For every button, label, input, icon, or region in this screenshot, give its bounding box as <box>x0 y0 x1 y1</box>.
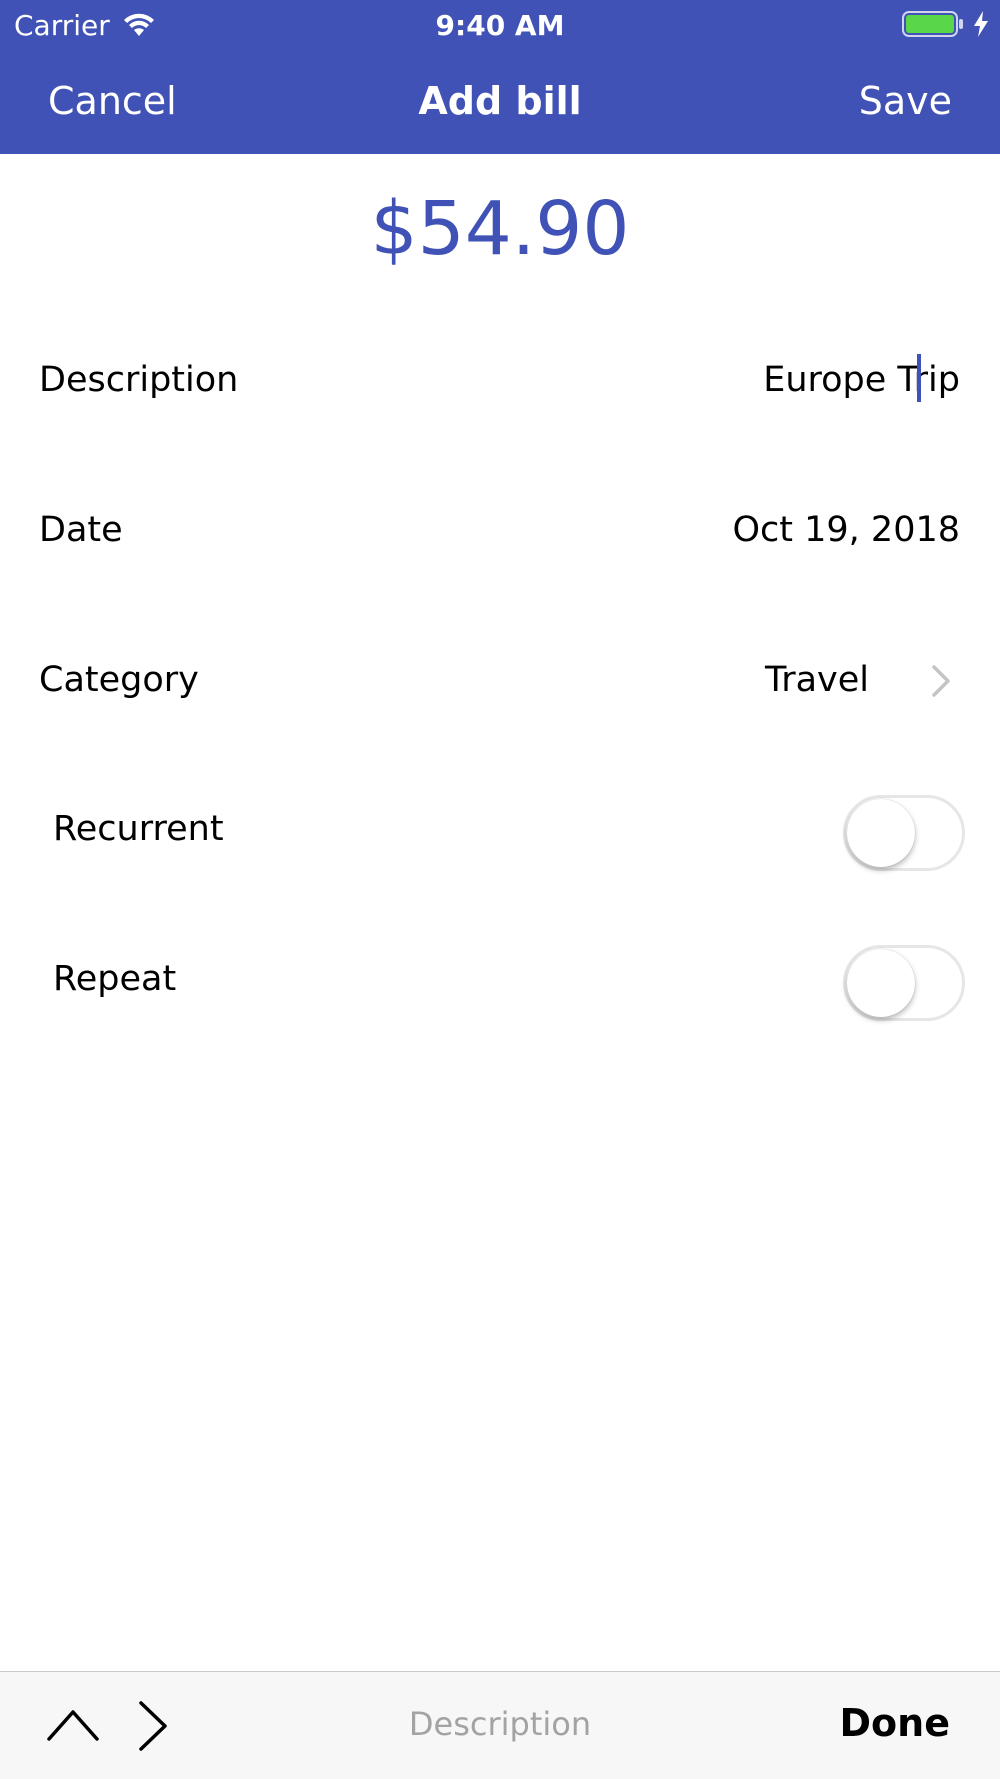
toggle-knob <box>847 799 915 867</box>
recurrent-toggle[interactable] <box>843 795 965 871</box>
battery-icon <box>902 11 963 37</box>
toggle-knob <box>847 949 915 1017</box>
category-value: Travel <box>764 660 869 700</box>
date-row[interactable]: Date Oct 19, 2018 <box>0 490 1000 570</box>
recurrent-row: Recurrent <box>0 787 1000 879</box>
header: Carrier 9:40 AM Cancel Add bill Save <box>0 0 1000 154</box>
description-label: Description <box>39 360 239 400</box>
repeat-toggle[interactable] <box>843 945 965 1021</box>
date-value[interactable]: Oct 19, 2018 <box>733 510 961 550</box>
category-label: Category <box>39 660 199 700</box>
repeat-label: Repeat <box>53 959 177 999</box>
charging-icon <box>974 11 988 37</box>
keyboard-accessory-bar: Description Done <box>0 1671 1000 1779</box>
page-title: Add bill <box>418 79 582 123</box>
status-time: 9:40 AM <box>435 9 565 42</box>
text-cursor <box>917 354 921 402</box>
save-button[interactable]: Save <box>859 78 952 124</box>
date-label: Date <box>39 510 123 550</box>
recurrent-label: Recurrent <box>53 809 224 849</box>
description-input[interactable]: Europe Trip <box>763 360 960 400</box>
chevron-right-icon <box>932 665 950 697</box>
amount-field[interactable]: $54.90 <box>0 186 1000 272</box>
description-row[interactable]: Description Europe Trip <box>0 340 1000 420</box>
repeat-row: Repeat <box>0 937 1000 1029</box>
done-button[interactable]: Done <box>840 1700 950 1746</box>
category-row[interactable]: Category Travel <box>0 640 1000 720</box>
